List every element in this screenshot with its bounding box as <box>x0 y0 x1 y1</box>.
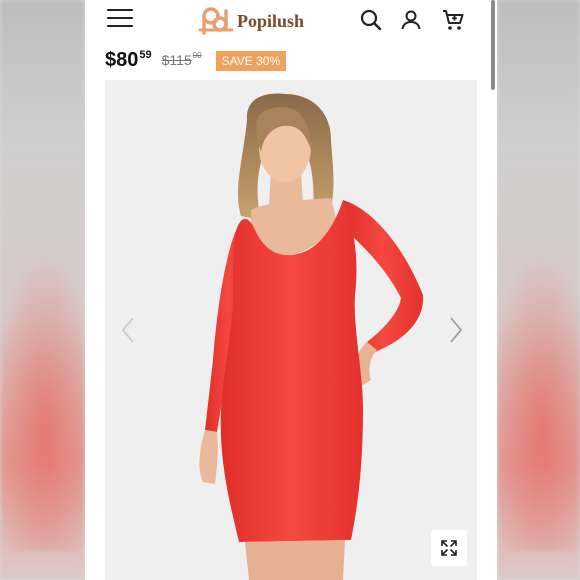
original-price: $115 <box>161 52 192 68</box>
sale-price: $80 <box>105 49 139 71</box>
header-bar: Popilush <box>85 0 497 42</box>
right-backdrop <box>487 0 580 580</box>
product-photo <box>199 93 424 580</box>
price-row: $80 59 $115 00 SAVE 30% <box>105 49 287 73</box>
previous-image-arrow-icon[interactable] <box>121 316 135 344</box>
logo-mark-icon <box>198 7 234 35</box>
menu-icon[interactable] <box>107 9 133 29</box>
search-icon[interactable] <box>359 8 383 32</box>
phone-screen: Popilush $80 59 $115 00 SAVE 30% <box>85 0 497 580</box>
product-image[interactable] <box>105 80 477 580</box>
cart-icon[interactable] <box>441 8 465 32</box>
brand-logo[interactable]: Popilush <box>198 4 304 38</box>
original-price-cents: 00 <box>192 51 202 60</box>
next-image-arrow-icon[interactable] <box>449 316 463 344</box>
brand-name: Popilush <box>237 10 305 31</box>
zoom-button[interactable] <box>431 530 467 566</box>
expand-icon <box>441 540 457 556</box>
left-backdrop <box>0 0 100 580</box>
discount-badge: SAVE 30% <box>215 51 287 71</box>
account-icon[interactable] <box>399 8 423 32</box>
sale-price-cents: 59 <box>139 49 152 61</box>
